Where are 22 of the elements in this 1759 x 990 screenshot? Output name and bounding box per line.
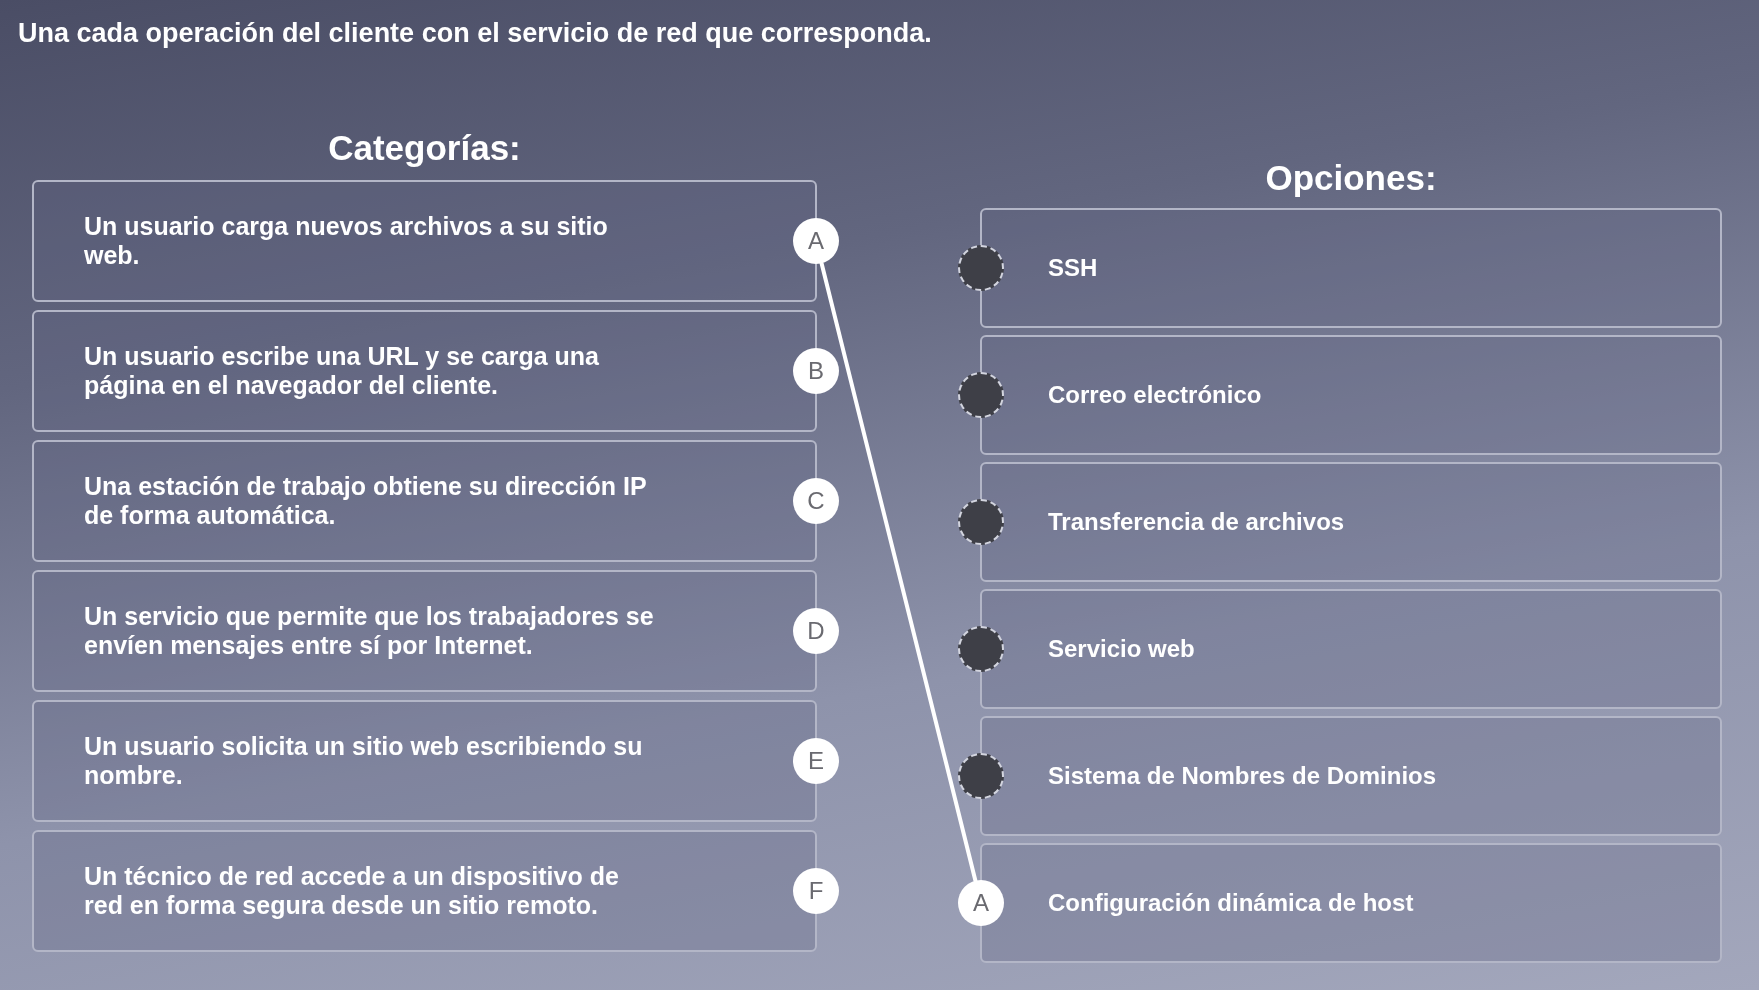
category-text: Un usuario carga nuevos archivos a su sitio web. <box>84 212 609 270</box>
category-text: Un técnico de red accede a un dispositivo de red en forma segura desde un sitio remoto. <box>84 862 620 920</box>
option-text: SSH <box>1048 253 1098 283</box>
instruction-text: Una cada operación del cliente con el servicio de red que corresponda. <box>18 17 932 50</box>
category-text: Una estación de trabajo obtiene su dirección IP de forma automática. <box>84 472 648 530</box>
option-text: Transferencia de archivos <box>1048 507 1345 537</box>
letter-handle[interactable]: C <box>793 478 839 524</box>
option-text: Configuración dinámica de host <box>1048 888 1414 918</box>
option-text: Sistema de Nombres de Dominios <box>1048 761 1437 791</box>
letter-handle[interactable]: D <box>793 608 839 654</box>
option-text: Servicio web <box>1048 634 1195 664</box>
categories-heading: Categorías: <box>328 127 521 169</box>
letter-handle[interactable]: F <box>793 868 839 914</box>
category-text: Un servicio que permite que los trabajadores se envíen mensajes entre sí por Internet. <box>84 602 655 660</box>
letter-handle[interactable]: E <box>793 738 839 784</box>
category-text: Un usuario solicita un sitio web escribiendo su nombre. <box>84 732 644 790</box>
letter-handle[interactable]: A <box>793 218 839 264</box>
option-text: Correo electrónico <box>1048 380 1262 410</box>
category-text: Un usuario escribe una URL y se carga una página en el navegador del cliente. <box>84 342 600 400</box>
options-heading: Opciones: <box>1265 157 1437 199</box>
letter-handle[interactable]: B <box>793 348 839 394</box>
letter-handle[interactable]: A <box>958 880 1004 926</box>
